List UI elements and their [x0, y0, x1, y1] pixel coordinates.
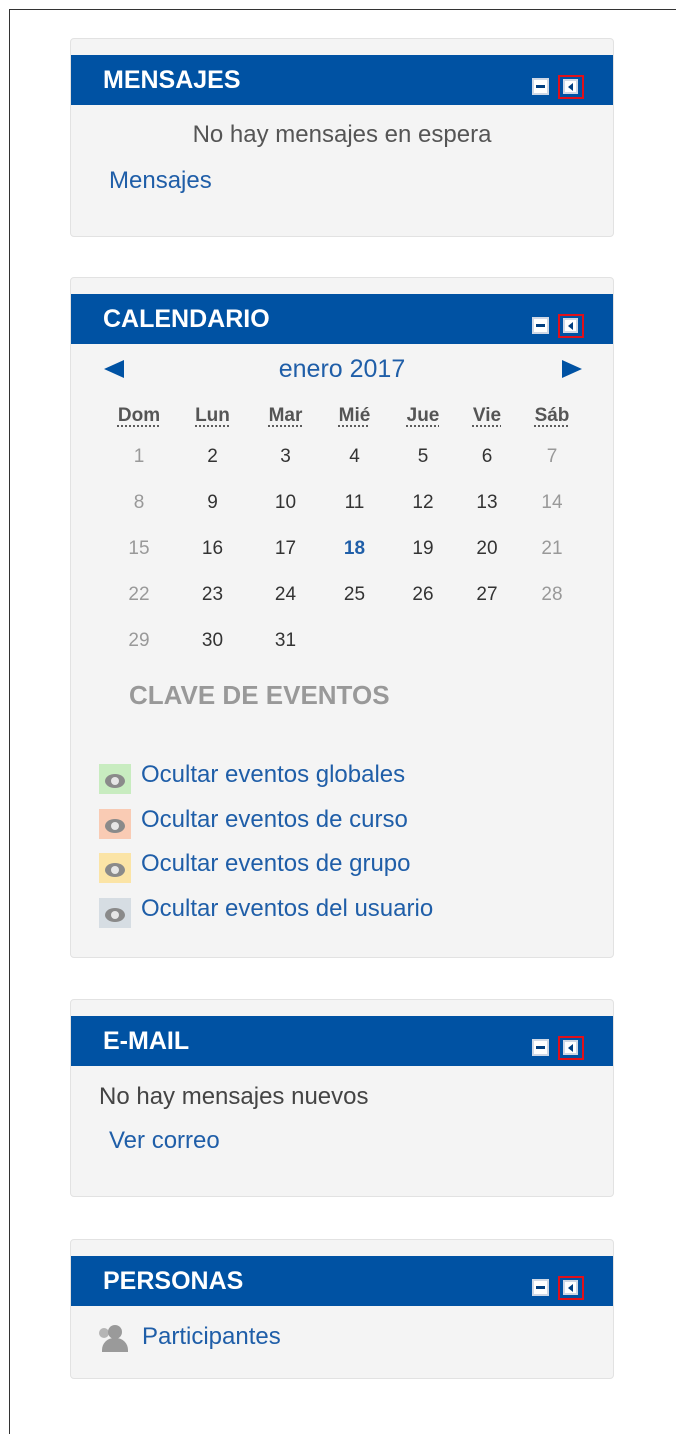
calendar-day: 28 — [541, 584, 563, 605]
calendar-day: 11 — [344, 492, 365, 513]
calendar-week-row: 1 2 3 4 5 6 7 — [104, 434, 587, 480]
minimize-icon[interactable] — [532, 78, 549, 95]
block-header: MENSAJES — [71, 55, 613, 105]
calendar-day: 17 — [274, 538, 297, 559]
eye-icon — [105, 863, 125, 877]
event-color-swatch — [99, 898, 131, 928]
eye-icon — [105, 774, 125, 788]
calendar-day: 15 — [128, 538, 150, 559]
calendar-day: 24 — [274, 584, 297, 605]
calendar-day: 21 — [541, 538, 563, 559]
calendar-month[interactable]: enero 2017 — [71, 355, 613, 384]
email-status: No hay mensajes nuevos — [99, 1083, 369, 1110]
block-personas: PERSONAS Participantes — [70, 1239, 614, 1379]
calendar-day: 5 — [417, 446, 429, 467]
event-filter-label[interactable]: Ocultar eventos de grupo — [141, 850, 411, 878]
event-filter-label[interactable]: Ocultar eventos globales — [141, 761, 405, 789]
block-title: E-MAIL — [103, 1027, 190, 1055]
weekday-header: Lun — [195, 405, 230, 426]
calendar-day: 12 — [412, 492, 434, 513]
calendar-day: 22 — [128, 584, 150, 605]
view-mail-link[interactable]: Ver correo — [109, 1127, 220, 1155]
calendar-empty-cell — [457, 618, 517, 664]
calendar-day: 9 — [207, 492, 218, 513]
users-icon — [99, 1325, 131, 1353]
calendar-day: 16 — [201, 538, 224, 559]
messages-link[interactable]: Mensajes — [109, 167, 212, 195]
events-key-title: CLAVE DE EVENTOS — [129, 680, 390, 710]
block-header: PERSONAS — [71, 1256, 613, 1306]
calendar-day: 23 — [201, 584, 224, 605]
calendar-table: Dom Lun Mar Mié Jue Vie Sáb 1 2 3 4 5 6 7 8 9 10 1… — [104, 398, 587, 664]
calendar-day: 29 — [128, 630, 150, 651]
calendar-day: 3 — [280, 446, 291, 467]
calendar-day: 7 — [546, 446, 558, 467]
calendar-week-row: 22 23 24 25 26 27 28 — [104, 572, 587, 618]
calendar-day: 26 — [412, 584, 434, 605]
block-calendario: CALENDARIO enero 2017 Dom Lun Mar Mié Ju… — [70, 277, 614, 958]
messages-status: No hay mensajes en espera — [192, 121, 492, 148]
calendar-week-row: 15 16 17 18 19 20 21 — [104, 526, 587, 572]
weekday-header: Sáb — [534, 405, 570, 426]
calendar-day: 8 — [133, 492, 145, 513]
block-title: MENSAJES — [103, 66, 241, 94]
block-mensajes: MENSAJES No hay mensajes en espera Mensa… — [70, 38, 614, 237]
dock-icon[interactable] — [558, 1036, 584, 1060]
calendar-day: 20 — [476, 538, 498, 559]
calendar-day: 1 — [133, 446, 145, 467]
dock-icon[interactable] — [558, 314, 584, 338]
calendar-empty-cell — [320, 618, 389, 664]
weekday-row: Dom Lun Mar Mié Jue Vie Sáb — [104, 398, 587, 434]
eye-icon — [105, 908, 125, 922]
calendar-day: 2 — [207, 446, 218, 467]
event-color-swatch — [99, 809, 131, 839]
weekday-header: Dom — [117, 405, 161, 426]
event-filter-label[interactable]: Ocultar eventos de curso — [141, 806, 408, 834]
minimize-icon[interactable] — [532, 1039, 549, 1056]
calendar-day: 4 — [349, 446, 360, 467]
weekday-header: Jue — [406, 405, 440, 426]
block-email: E-MAIL No hay mensajes nuevos Ver correo — [70, 999, 614, 1197]
calendar-empty-cell — [517, 618, 587, 664]
calendar-day: 19 — [412, 538, 434, 559]
block-header: E-MAIL — [71, 1016, 613, 1066]
event-filter-label[interactable]: Ocultar eventos del usuario — [141, 895, 433, 923]
calendar-day: 30 — [201, 630, 224, 651]
calendar-day: 14 — [541, 492, 563, 513]
event-color-swatch — [99, 764, 131, 794]
calendar-day: 31 — [274, 630, 297, 651]
calendar-day: 25 — [343, 584, 366, 605]
minimize-icon[interactable] — [532, 317, 549, 334]
weekday-header: Vie — [472, 405, 502, 426]
event-color-swatch — [99, 853, 131, 883]
calendar-empty-cell — [389, 618, 457, 664]
calendar-day: 27 — [476, 584, 498, 605]
next-month-icon[interactable] — [562, 360, 582, 378]
participants-link[interactable]: Participantes — [142, 1323, 281, 1351]
dock-icon[interactable] — [558, 75, 584, 99]
calendar-day: 10 — [274, 492, 297, 513]
block-title: PERSONAS — [103, 1267, 244, 1295]
calendar-week-row: 8 9 10 11 12 13 14 — [104, 480, 587, 526]
eye-icon — [105, 819, 125, 833]
calendar-day: 6 — [481, 446, 493, 467]
calendar-week-row: 29 30 31 — [104, 618, 587, 664]
calendar-day: 13 — [476, 492, 498, 513]
block-title: CALENDARIO — [103, 305, 270, 333]
minimize-icon[interactable] — [532, 1279, 549, 1296]
weekday-header: Mié — [338, 405, 371, 426]
weekday-header: Mar — [268, 405, 303, 426]
calendar-day: 18 — [343, 538, 366, 559]
block-header: CALENDARIO — [71, 294, 613, 344]
dock-icon[interactable] — [558, 1276, 584, 1300]
